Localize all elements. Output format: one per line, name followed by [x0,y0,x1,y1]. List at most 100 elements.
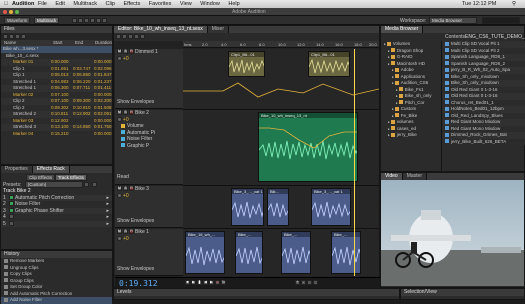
waveform-button[interactable]: Waveform [4,17,31,24]
disclosure-icon[interactable]: ▸ [396,88,398,92]
files-tab[interactable]: Files [4,26,15,32]
fast-forward-icon[interactable]: ▶ [209,280,214,286]
workspace-select[interactable]: Media Browser [429,17,477,24]
power-icon[interactable] [9,201,14,207]
lane-label[interactable]: Automatic Pi [127,130,155,136]
menu-effects[interactable]: Effects [124,1,141,7]
track-name-label[interactable]: Bike 2 [135,110,149,116]
menu-file[interactable]: File [38,1,47,7]
play-icon[interactable]: ▶ [191,280,196,286]
volume-knob[interactable] [117,192,122,198]
effect-menu-icon[interactable]: ▸ [106,221,109,228]
volume-envelope[interactable] [183,79,379,107]
disclosure-icon[interactable]: ▸ [396,101,398,105]
history-tab[interactable]: History [4,251,20,257]
time-selection-tool-icon[interactable] [102,18,107,24]
solo-button[interactable]: S [123,186,128,192]
zoom-out-icon[interactable]: - [301,280,306,286]
zoom-in-icon[interactable]: + [295,280,300,286]
open-file-icon[interactable] [3,34,8,40]
zoom-icon[interactable] [15,10,19,14]
contents-path[interactable]: ENG_CS6_TUTE_DEMO_ [465,34,525,40]
power-icon[interactable] [9,214,14,220]
record-icon[interactable]: ● [215,280,220,286]
presets-select[interactable]: (Custom) [24,181,83,188]
app-name[interactable]: Audition [12,0,34,8]
master-tab[interactable]: Master [402,173,427,180]
audio-clip[interactable]: Clip1_Bit...01 [228,51,265,77]
menu-window[interactable]: Window [200,1,220,7]
save-preset-icon[interactable] [84,182,90,188]
mixer-tab[interactable]: Mixer [207,26,230,33]
volume-knob[interactable] [117,55,122,61]
track-name-label[interactable]: Bike 1 [135,229,149,235]
menu-favorites[interactable]: Favorites [149,1,172,7]
disclosure-icon[interactable]: ▸ [388,49,390,53]
volume-value[interactable]: +0 [123,117,129,123]
track-header-bike-1[interactable]: M S R Bike 1 +0 Show Envelopes [115,229,183,276]
track-name-label[interactable]: Dimmed 1 [135,49,158,55]
disclosure-icon[interactable]: ▸ [388,127,390,131]
power-icon[interactable] [9,207,14,213]
zoom-selection-icon[interactable] [313,280,318,286]
history-item[interactable]: Add Noise Filter [1,297,112,304]
volume-value[interactable]: +0 [123,236,129,242]
disclosure-icon[interactable]: ▸ [392,68,394,72]
zoom-full-icon[interactable] [307,280,312,286]
disclosure-icon[interactable]: ▸ [392,107,394,111]
slip-tool-icon[interactable] [96,18,101,24]
move-tool-icon[interactable] [84,18,89,24]
solo-button[interactable]: S [123,49,128,55]
volume-knob[interactable] [117,116,122,122]
disclosure-icon[interactable]: ▸ [388,62,390,66]
file-row[interactable]: Marker 04 0:15.210 0:00.000 [1,130,112,137]
volume-value[interactable]: +0 [123,193,129,199]
rewind-icon[interactable]: ◀ [203,280,208,286]
folder-item[interactable]: ▸ jerry_Bike [382,132,441,139]
audio-clip[interactable]: Bike_3_..._cat 1 [231,188,264,226]
io-view-icon[interactable] [128,34,133,40]
menu-view[interactable]: View [180,1,192,7]
loop-icon[interactable]: ↻ [221,280,226,286]
disclosure-icon[interactable]: ▸ [388,120,390,124]
solo-button[interactable]: S [123,229,128,235]
editor-tab[interactable]: Editor: Bike_10_wh_inseq_13_nt.sesx [114,26,208,33]
audio-clip[interactable]: Bike_... [235,231,263,274]
menu-multitrack[interactable]: Multitrack [73,1,97,7]
video-tab[interactable]: Video [381,173,403,180]
record-arm-button[interactable]: R [129,229,134,235]
close-icon[interactable] [3,10,7,14]
close-file-icon[interactable] [21,34,26,40]
menu-clip[interactable]: Clip [105,1,114,7]
search-help-field[interactable] [482,17,520,24]
pause-icon[interactable]: ❚ [197,280,202,286]
tab-properties[interactable]: Properties [1,166,33,173]
apple-icon[interactable]:  [4,0,8,8]
mute-button[interactable]: M [117,186,122,192]
meter-icon[interactable] [72,18,77,24]
track-lanes[interactable]: Clip1_Bit...01 Clip1_Bit...01 Bike_10_wh… [183,49,379,276]
import-icon[interactable] [9,34,14,40]
track-name-label[interactable]: Bike 3 [135,186,149,192]
audio-clip[interactable]: Bike_... [331,231,361,274]
levels-tab[interactable]: Levels [117,289,131,295]
show-envelopes[interactable]: Show Envelopes [117,266,154,273]
track-header-bike-2[interactable]: M S R Bike 2 +0 Volume Automatic Pi Noise F… [115,110,183,185]
menu-help[interactable]: Help [228,1,239,7]
lane-label[interactable]: Noise Filter [127,136,152,142]
disclosure-icon[interactable]: ▸ [384,42,386,46]
lane-label[interactable]: Graphic P [127,143,149,149]
menu-edit[interactable]: Edit [55,1,64,7]
mute-button[interactable]: M [117,229,122,235]
media-browser-tab[interactable]: Media Browser [381,26,424,33]
record-arm-button[interactable]: R [129,186,134,192]
timeline-ruler[interactable]: hms 2.0 4.0 6.0 8.0 10.0 12.0 14.0 16.0 … [183,41,379,48]
disclosure-icon[interactable]: ▸ [388,55,390,59]
read-mode[interactable]: Read [117,174,129,181]
minimize-icon[interactable] [9,10,13,14]
media-file-item[interactable]: jerry_Bike_Built_626_BETA [443,138,525,145]
multitrack-button[interactable]: Multitrack [34,17,60,24]
delete-preset-icon[interactable] [91,182,97,188]
stop-icon[interactable]: ■ [185,280,190,286]
spotlight-icon[interactable]: ⚲ [512,0,516,8]
